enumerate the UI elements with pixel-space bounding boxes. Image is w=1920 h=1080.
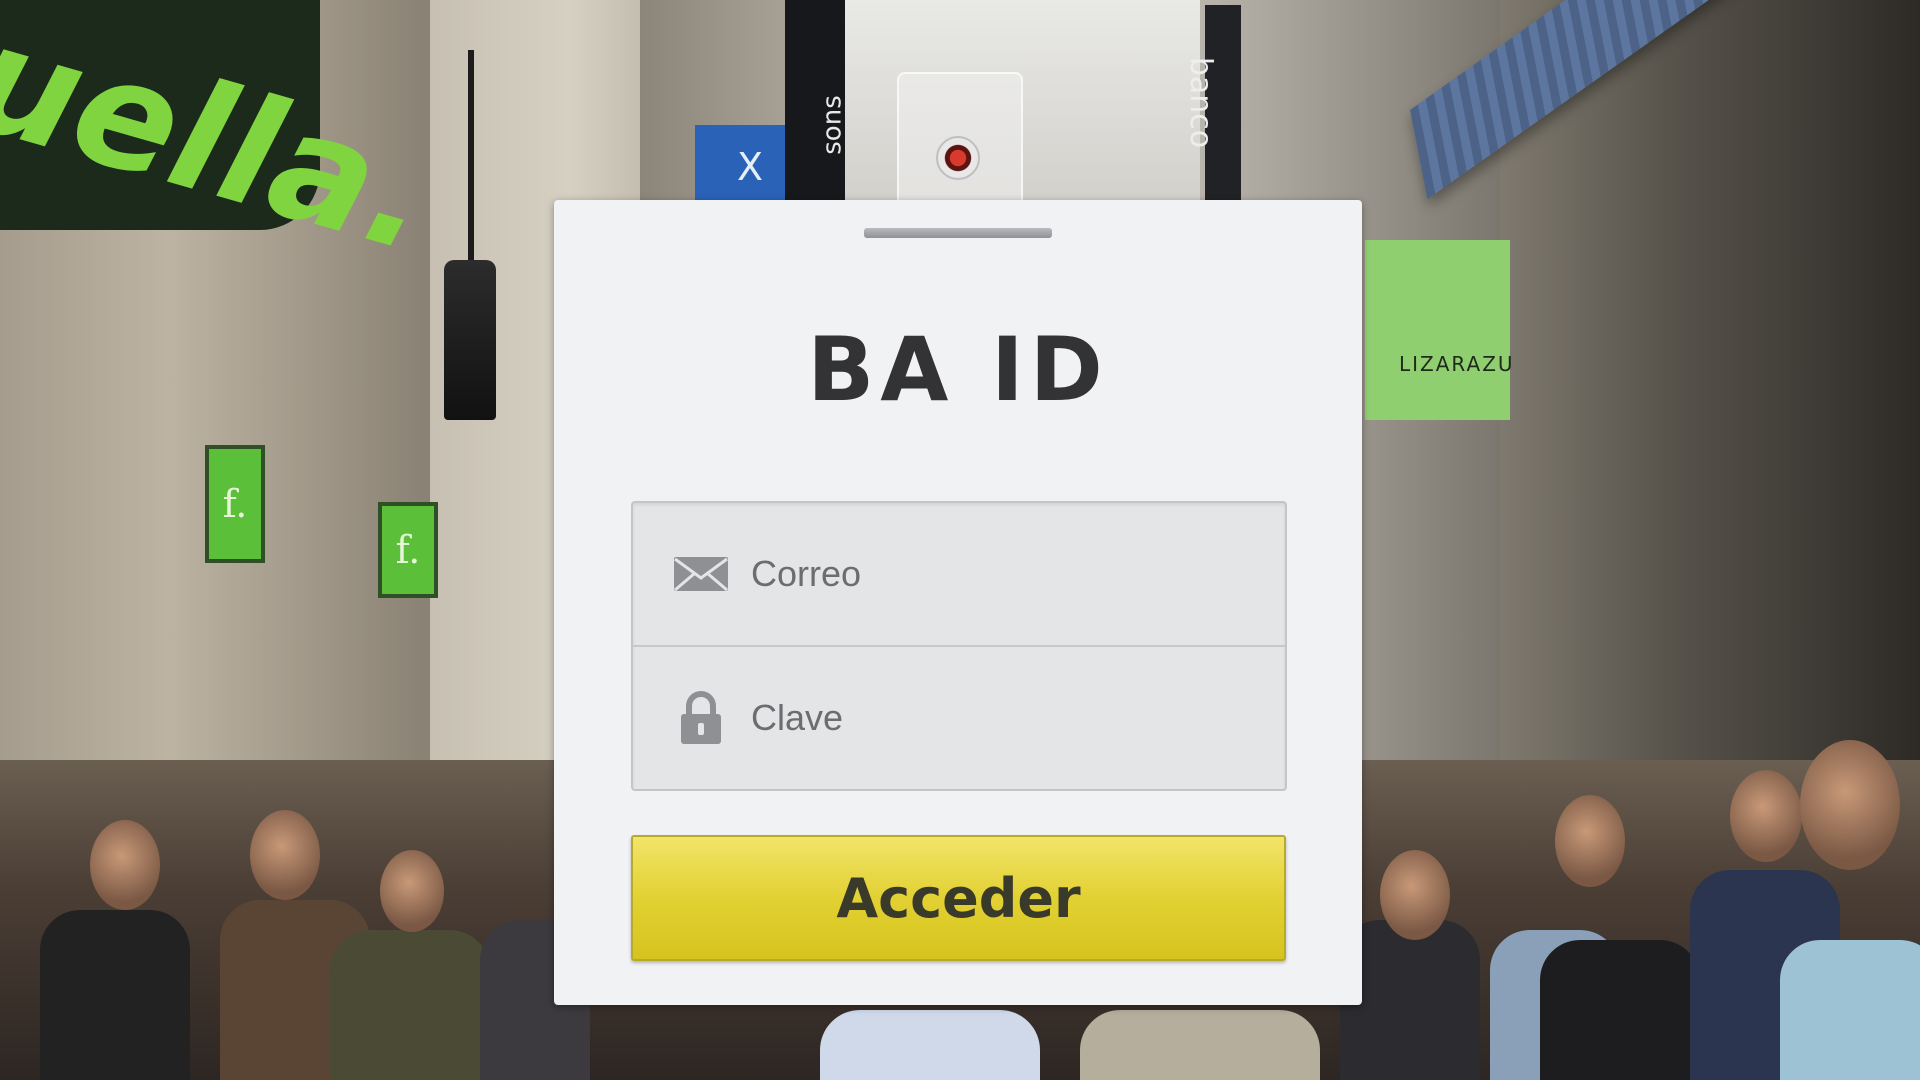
lock-icon xyxy=(669,686,733,750)
person-body xyxy=(1080,1010,1320,1080)
lizarazu-sign-text: LIZARAZU xyxy=(1399,352,1515,376)
person-body xyxy=(40,910,190,1080)
person-head xyxy=(250,810,320,900)
person-body xyxy=(330,930,490,1080)
f-sign: f. xyxy=(205,445,265,563)
f-sign-text: f. xyxy=(222,482,248,526)
person-head xyxy=(1555,795,1625,887)
lizarazu-sign: LIZARAZU xyxy=(1365,240,1513,420)
envelope-icon xyxy=(669,542,733,606)
person-head xyxy=(380,850,444,932)
street-lamp-pole xyxy=(468,50,474,270)
sons-sign: sons xyxy=(785,0,848,200)
person-head xyxy=(1380,850,1450,940)
submit-button[interactable]: Acceder xyxy=(631,835,1286,961)
email-field-row[interactable] xyxy=(633,503,1285,647)
banco-sign: banco xyxy=(1183,5,1241,200)
person-body xyxy=(1540,940,1700,1080)
app-title: BA ID xyxy=(807,318,1109,421)
email-input[interactable] xyxy=(749,552,1273,596)
person-head xyxy=(1800,740,1900,870)
password-input[interactable] xyxy=(749,696,1273,740)
badge-clip-tab xyxy=(864,228,1052,238)
sons-sign-text: sons xyxy=(817,95,848,155)
store-logo-sign: uella. xyxy=(0,0,451,287)
person-head xyxy=(1730,770,1802,862)
street-lamp xyxy=(444,260,496,420)
badge-clip-hole xyxy=(936,136,980,180)
f-sign-small: f. xyxy=(378,502,438,598)
blue-sign-text: X xyxy=(737,145,764,189)
person-head xyxy=(90,820,160,910)
person-body xyxy=(820,1010,1040,1080)
password-field-row[interactable] xyxy=(633,647,1285,789)
person-body xyxy=(1780,940,1920,1080)
f-sign-small-text: f. xyxy=(395,528,421,572)
credentials-field-group xyxy=(631,501,1287,791)
banco-sign-text: banco xyxy=(1183,56,1219,149)
